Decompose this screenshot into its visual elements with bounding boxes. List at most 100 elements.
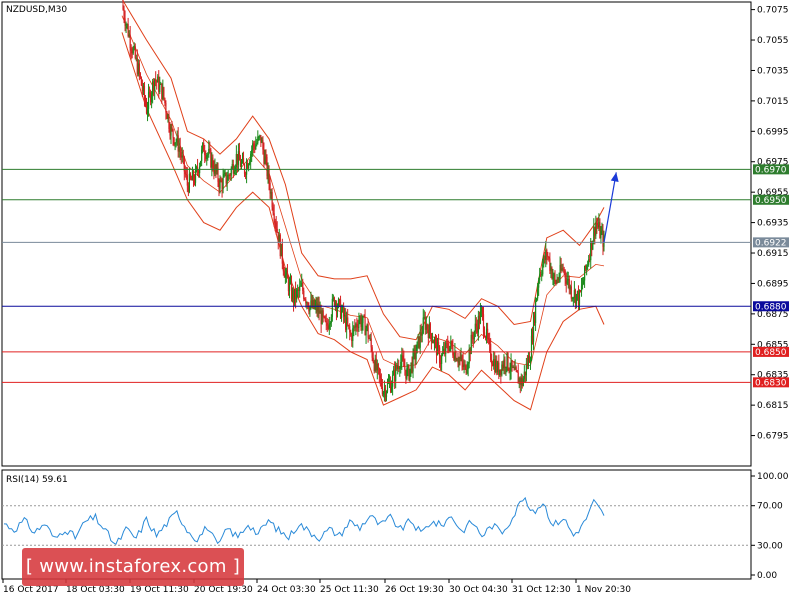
- candle-body: [389, 381, 392, 392]
- candle-body: [533, 315, 536, 323]
- candle-body: [576, 291, 579, 295]
- candle-body: [251, 150, 253, 154]
- candle-body: [303, 290, 305, 299]
- candle-body: [229, 175, 231, 176]
- candle-body: [370, 338, 372, 348]
- watermark-text: [ www.instaforex.com ]: [25, 556, 241, 577]
- candle-body: [270, 192, 272, 194]
- candle-body: [278, 234, 280, 243]
- candle-body: [588, 259, 590, 265]
- candle-body: [407, 366, 409, 368]
- candle-body: [268, 168, 270, 184]
- candle-body: [601, 230, 603, 232]
- candle-body: [496, 360, 498, 373]
- candle-body: [598, 222, 600, 228]
- candle-body: [344, 314, 346, 317]
- candle-body: [134, 46, 136, 59]
- candle-body: [248, 164, 250, 169]
- candle-body: [156, 80, 158, 83]
- candle-body: [524, 371, 526, 376]
- candle-body: [551, 267, 553, 279]
- candle-body: [486, 328, 489, 338]
- candle-body: [203, 143, 205, 152]
- bollinger-upper-band: [122, 0, 605, 341]
- candle-body: [147, 92, 150, 109]
- candle-body: [358, 320, 360, 329]
- candle-body: [463, 364, 465, 367]
- candle-body: [347, 317, 349, 325]
- candle-body: [249, 162, 251, 165]
- candle-body: [250, 153, 252, 163]
- candle-body: [354, 326, 356, 328]
- candle-body: [153, 81, 155, 91]
- candle-body: [479, 311, 482, 324]
- candle-body: [580, 285, 583, 292]
- candle-body: [238, 151, 241, 161]
- candle-body: [485, 328, 488, 338]
- candle-body: [382, 392, 385, 395]
- x-tick-label: 20 Oct 19:30: [194, 585, 253, 595]
- candle-body: [378, 368, 380, 376]
- candle-body: [307, 302, 309, 308]
- candle-body: [432, 341, 435, 344]
- candle-body: [323, 316, 325, 318]
- candle-body: [504, 359, 506, 368]
- candle-body: [286, 270, 289, 279]
- candle-body: [129, 34, 131, 49]
- candle-body: [401, 355, 403, 362]
- candle-body: [397, 366, 399, 369]
- candle-body: [426, 324, 428, 330]
- candle-body: [493, 359, 495, 366]
- forecast-arrow: [603, 172, 619, 243]
- candle-body: [264, 156, 266, 164]
- candle-body: [477, 315, 479, 333]
- candle-body: [179, 146, 181, 153]
- x-tick-label: 26 Oct 19:30: [385, 585, 444, 595]
- candle-body: [587, 264, 589, 266]
- candle-body: [489, 339, 491, 344]
- candle-body: [516, 370, 518, 373]
- candle-body: [131, 50, 133, 54]
- candle-body: [223, 174, 225, 178]
- candle-body: [149, 92, 152, 102]
- candle-body: [157, 76, 159, 83]
- candle-body: [209, 148, 211, 150]
- rsi-y-tick-label: 100.00: [757, 472, 789, 482]
- candle-body: [425, 324, 427, 330]
- candle-body: [309, 306, 311, 312]
- candle-body: [564, 270, 566, 278]
- candle-body: [334, 302, 337, 306]
- candle-body: [546, 250, 548, 256]
- candle-body: [192, 171, 195, 181]
- candle-body: [258, 136, 260, 138]
- candle-body: [384, 388, 387, 398]
- candle-body: [289, 281, 292, 283]
- candle-body: [222, 177, 224, 190]
- candle-body: [260, 135, 262, 143]
- candle-body: [280, 243, 282, 257]
- candle-body: [342, 306, 345, 317]
- candle-body: [512, 367, 514, 368]
- candle-body: [145, 104, 148, 114]
- candle-body: [459, 358, 461, 360]
- candle-body: [572, 297, 574, 299]
- candle-body: [545, 250, 547, 260]
- candle-body: [449, 345, 451, 351]
- candle-body: [375, 358, 377, 371]
- candle-body: [528, 355, 531, 363]
- candle-body: [570, 286, 572, 299]
- candle-body: [306, 302, 308, 304]
- candle-body: [555, 280, 557, 284]
- candle-body: [494, 359, 496, 373]
- candle-body: [175, 141, 177, 143]
- level-label: 0.6970: [755, 165, 787, 175]
- candle-body: [450, 340, 452, 346]
- candle-body: [322, 310, 324, 317]
- price-y-tick-label: 0.6815: [757, 401, 789, 411]
- candle-body: [159, 84, 161, 92]
- candle-body: [215, 164, 217, 172]
- candle-body: [381, 386, 384, 395]
- candle-body: [405, 369, 407, 379]
- candle-body: [476, 326, 478, 333]
- candle-body: [455, 351, 457, 361]
